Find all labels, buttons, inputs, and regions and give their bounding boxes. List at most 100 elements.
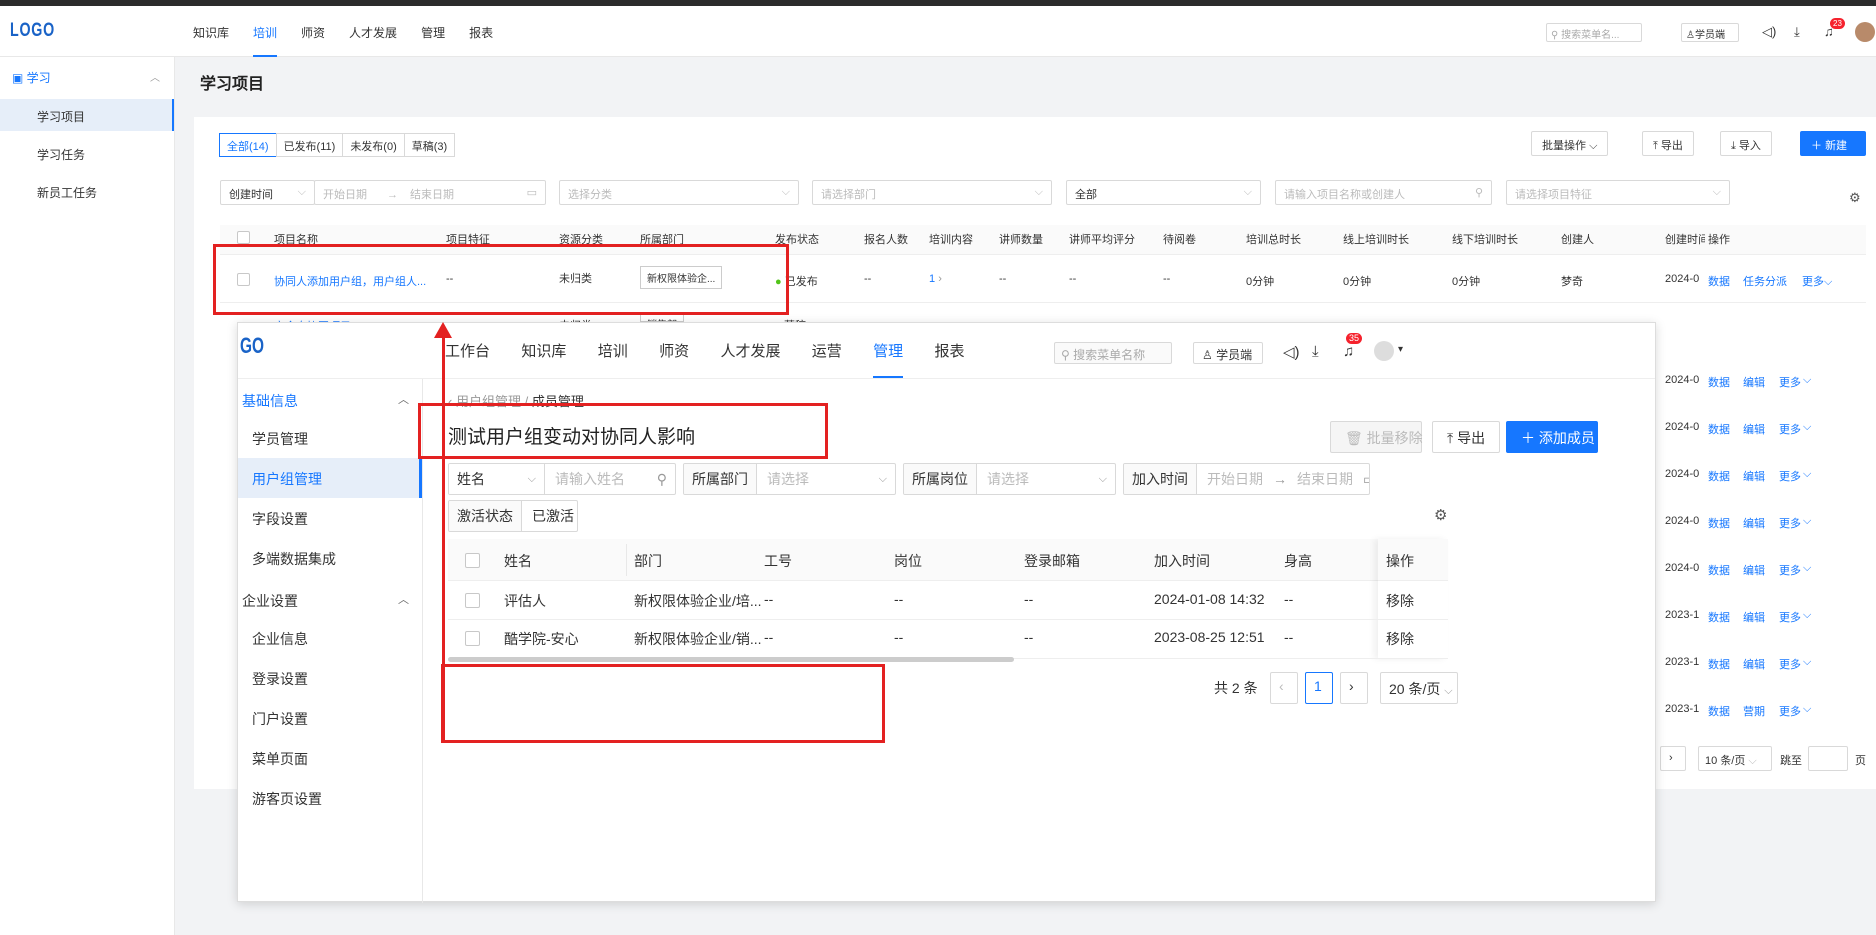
action-data-link[interactable]: 数据	[1708, 562, 1730, 578]
sidebar-item-learning-tasks[interactable]: 学习任务	[0, 137, 174, 169]
goto-page-input[interactable]	[1808, 746, 1848, 771]
next-page-button[interactable]: ›	[1340, 672, 1368, 704]
menu-search-input[interactable]: ⚲ 搜索菜单名...	[1546, 23, 1642, 42]
sidebar-item-guest-page[interactable]: 游客页设置	[238, 778, 422, 818]
nav-knowledge[interactable]: 知识库	[193, 24, 229, 41]
action-more-link[interactable]: 更多	[1779, 374, 1801, 390]
action-more-link[interactable]: 更多	[1779, 609, 1801, 625]
batch-operation-button[interactable]: 批量操作 ⌵	[1531, 131, 1609, 156]
overlay-export-button[interactable]: ⤒ 导出	[1432, 421, 1500, 453]
settings-gear-icon[interactable]: ⚙	[1434, 506, 1447, 524]
remove-link[interactable]: 移除	[1386, 591, 1414, 611]
download-icon[interactable]: ⤓	[1312, 343, 1319, 360]
sidebar-item-data-integration[interactable]: 多端数据集成	[238, 538, 422, 578]
row-checkbox[interactable]	[465, 593, 480, 608]
page-size-select[interactable]: 10 条/页 ⌵	[1698, 746, 1772, 771]
action-more-link[interactable]: 更多	[1779, 515, 1801, 531]
action-edit-link[interactable]: 编辑	[1743, 374, 1765, 390]
action-more-link[interactable]: 更多	[1779, 703, 1801, 719]
sidebar-group-basic-info[interactable]: 基础信息	[242, 391, 298, 411]
select-all-checkbox[interactable]	[465, 553, 480, 568]
category-select[interactable]: 选择分类 ⌵	[559, 180, 799, 205]
caret-down-icon[interactable]: ▾	[1398, 344, 1403, 355]
speaker-icon[interactable]: ◁)	[1283, 343, 1300, 361]
date-range-picker[interactable]: 开始日期 → 结束日期 ▭	[314, 180, 546, 205]
sidebar-item-menu-page[interactable]: 菜单页面	[238, 738, 422, 778]
name-input[interactable]: 请输入姓名	[545, 469, 635, 489]
time-type-select[interactable]: 创建时间 ⌵	[220, 180, 315, 205]
activation-select[interactable]: 已激活	[522, 506, 577, 526]
tab-published[interactable]: 已发布(11)	[275, 133, 344, 157]
export-button[interactable]: ⤒ 导出	[1642, 131, 1694, 156]
overlay-menu-search[interactable]: ⚲ 搜索菜单名称	[1054, 342, 1172, 364]
name-filter[interactable]: 姓名 ⌵ 请输入姓名 ⚲	[448, 463, 676, 495]
speaker-icon[interactable]: ◁)	[1762, 24, 1776, 40]
nav-manage[interactable]: 管理	[873, 340, 904, 379]
sidebar-item-login-settings[interactable]: 登录设置	[238, 658, 422, 698]
page-size-select[interactable]: 20 条/页 ⌵	[1380, 672, 1458, 704]
sidebar-group-learning[interactable]: ▣ 学习	[12, 69, 51, 86]
nav-training[interactable]: 培训	[253, 24, 278, 57]
sidebar-item-field-settings[interactable]: 字段设置	[238, 498, 422, 538]
nav-talent[interactable]: 人才发展	[720, 340, 780, 361]
nav-reports[interactable]: 报表	[469, 24, 493, 41]
action-more-link[interactable]: 更多	[1779, 421, 1801, 437]
action-more-link[interactable]: 更多	[1779, 562, 1801, 578]
sidebar-item-new-employee-tasks[interactable]: 新员工任务	[0, 175, 174, 207]
new-button[interactable]: ＋ 新建	[1800, 131, 1866, 156]
action-more-link[interactable]: 更多⌵	[1802, 273, 1832, 289]
nav-manage[interactable]: 管理	[421, 24, 445, 41]
tab-draft[interactable]: 草稿(3)	[403, 133, 456, 157]
nav-teachers[interactable]: 师资	[301, 24, 325, 41]
add-member-button[interactable]: ＋ 添加成员	[1506, 421, 1598, 453]
action-data-link[interactable]: 数据	[1708, 703, 1730, 719]
chevron-up-icon[interactable]: ︿	[150, 69, 160, 84]
action-data-link[interactable]: 数据	[1708, 468, 1730, 484]
horizontal-scrollbar[interactable]	[448, 657, 1014, 662]
keyword-input[interactable]: 请输入项目名称或创建人 ⚲	[1275, 180, 1492, 205]
avatar[interactable]	[1374, 341, 1394, 361]
department-select[interactable]: 请选择部门 ⌵	[812, 180, 1052, 205]
prev-page-button[interactable]: ‹	[1270, 672, 1298, 704]
overlay-student-button[interactable]: ♙ 学员端	[1193, 342, 1263, 364]
publish-status-select[interactable]: 全部 ⌵	[1066, 180, 1261, 205]
action-edit-link[interactable]: 编辑	[1743, 609, 1765, 625]
chevron-up-icon[interactable]: ︿	[398, 391, 409, 407]
action-edit-link[interactable]: 编辑	[1743, 515, 1765, 531]
project-feature-select[interactable]: 请选择项目特征 ⌵	[1506, 180, 1730, 205]
activation-filter[interactable]: 激活状态 已激活 ⌵	[448, 500, 578, 532]
page-1-button[interactable]: 1	[1305, 672, 1333, 704]
nav-teachers[interactable]: 师资	[659, 340, 689, 361]
row-checkbox[interactable]	[465, 631, 480, 646]
nav-operations[interactable]: 运营	[812, 340, 842, 361]
settings-gear-icon[interactable]: ⚙	[1849, 190, 1861, 206]
action-data-link[interactable]: 数据	[1708, 273, 1730, 289]
action-data-link[interactable]: 数据	[1708, 656, 1730, 672]
action-edit-link[interactable]: 编辑	[1743, 468, 1765, 484]
import-button[interactable]: ⤓ 导入	[1720, 131, 1772, 156]
action-assign-link[interactable]: 任务分派	[1743, 273, 1787, 289]
department-select[interactable]: 请选择	[757, 469, 819, 489]
action-data-link[interactable]: 数据	[1708, 515, 1730, 531]
nav-workbench[interactable]: 工作台	[445, 340, 490, 361]
cell-content-link[interactable]: 1 ›	[929, 273, 942, 285]
batch-remove-button[interactable]: 🗑 批量移除	[1330, 421, 1423, 453]
action-edit-link[interactable]: 营期	[1743, 703, 1765, 719]
tab-unpublished[interactable]: 未发布(0)	[342, 133, 405, 157]
download-icon[interactable]: ⤓	[1794, 24, 1800, 40]
action-data-link[interactable]: 数据	[1708, 421, 1730, 437]
action-edit-link[interactable]: 编辑	[1743, 656, 1765, 672]
chevron-up-icon[interactable]: ︿	[398, 591, 409, 607]
action-more-link[interactable]: 更多	[1779, 656, 1801, 672]
tab-all[interactable]: 全部(14)	[219, 133, 277, 157]
sidebar-item-enterprise-info[interactable]: 企业信息	[238, 618, 422, 658]
start-date-input[interactable]: 开始日期	[1197, 469, 1273, 489]
bell-icon[interactable]: ♫	[1343, 343, 1354, 360]
action-data-link[interactable]: 数据	[1708, 374, 1730, 390]
nav-reports[interactable]: 报表	[935, 340, 965, 361]
next-page-button[interactable]: ›	[1660, 746, 1686, 771]
sidebar-group-enterprise[interactable]: 企业设置	[242, 591, 298, 611]
sidebar-item-portal-settings[interactable]: 门户设置	[238, 698, 422, 738]
remove-link[interactable]: 移除	[1386, 629, 1414, 649]
avatar[interactable]	[1855, 22, 1875, 42]
